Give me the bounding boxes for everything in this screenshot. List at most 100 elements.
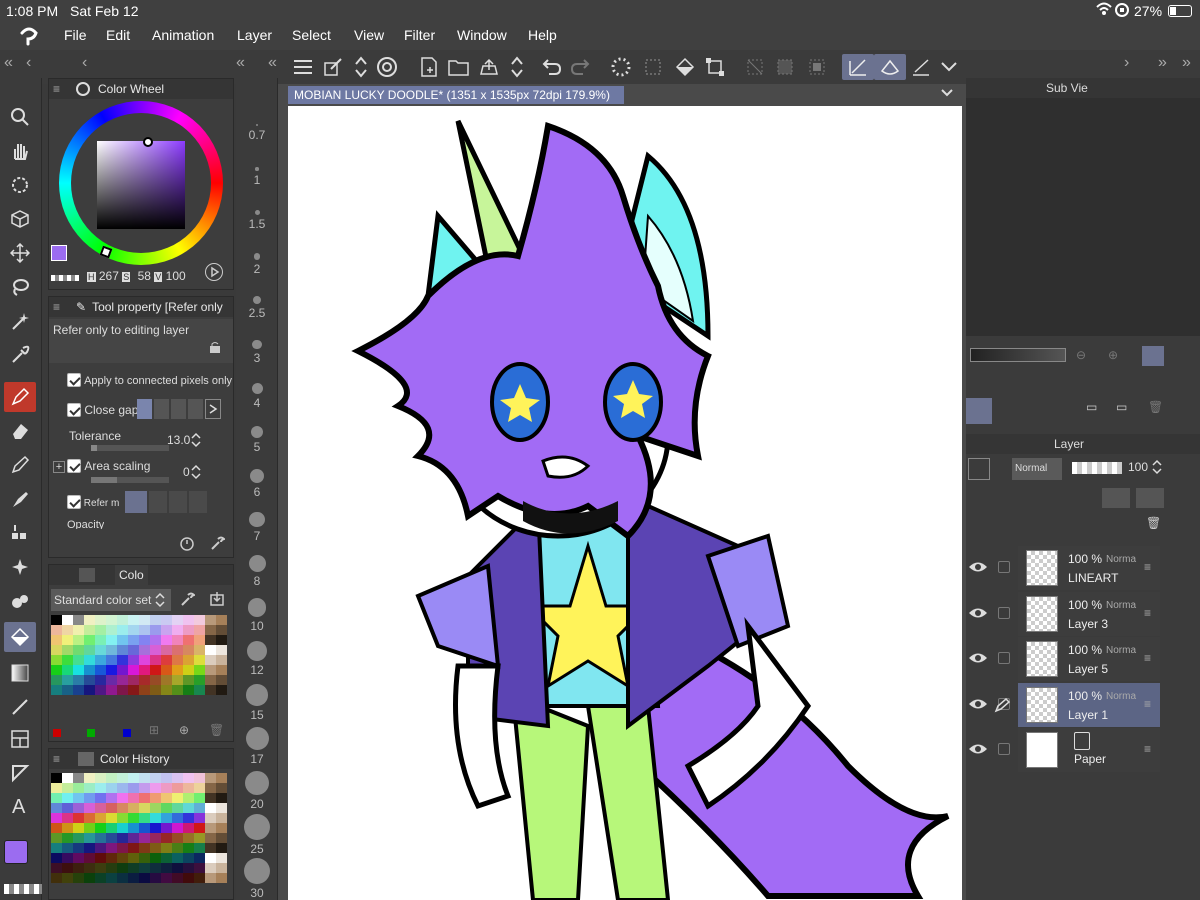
transparent-swatch[interactable] xyxy=(51,275,79,281)
color-history-swatch[interactable] xyxy=(150,813,161,823)
eyedropper-sub-icon[interactable] xyxy=(966,398,992,424)
arrow-left-icon[interactable]: ‹ xyxy=(26,54,31,72)
color-history-swatch[interactable] xyxy=(84,803,95,813)
ruler-tool-icon[interactable] xyxy=(4,758,36,788)
color-history-swatch[interactable] xyxy=(205,813,216,823)
color-history-swatch[interactable] xyxy=(183,783,194,793)
color-set-swatch[interactable] xyxy=(172,625,183,635)
brush-size-1-label[interactable]: 1 xyxy=(236,173,278,187)
brush-size-preview[interactable] xyxy=(244,858,270,885)
brush-size-6-label[interactable]: 4 xyxy=(236,396,278,410)
color-set-swatch[interactable] xyxy=(161,675,172,685)
area-scaling-row[interactable]: Area scaling xyxy=(67,459,150,476)
reference-fill-icon[interactable] xyxy=(874,54,906,80)
color-set-swatch[interactable] xyxy=(106,625,117,635)
pencil-icon[interactable] xyxy=(4,450,36,480)
brush-size-preview[interactable] xyxy=(254,210,260,216)
color-set-swatch[interactable] xyxy=(205,675,216,685)
trash-icon[interactable]: 🗑 xyxy=(1146,516,1161,530)
collapse-right-icon[interactable]: » xyxy=(1182,54,1191,72)
color-history-swatch[interactable] xyxy=(128,803,139,813)
color-set-swatch[interactable] xyxy=(128,665,139,675)
selection-shrink-icon[interactable] xyxy=(804,54,830,80)
color-set-swatch[interactable] xyxy=(95,675,106,685)
color-history-swatch[interactable] xyxy=(73,813,84,823)
color-history-swatch[interactable] xyxy=(106,863,117,873)
blend-mode-selector[interactable]: Normal xyxy=(1012,458,1062,480)
selection-tool-icon[interactable] xyxy=(4,170,36,200)
collapse-left-icon[interactable]: « xyxy=(236,54,245,72)
color-history-swatch[interactable] xyxy=(194,853,205,863)
color-history-swatch[interactable] xyxy=(183,833,194,843)
add-drop-icon[interactable]: ⊕ xyxy=(179,723,189,737)
color-set-swatch[interactable] xyxy=(95,635,106,645)
color-history-swatch[interactable] xyxy=(150,833,161,843)
zoom-slider[interactable] xyxy=(970,348,1066,362)
menu-edit[interactable]: Edit xyxy=(106,27,130,43)
color-history-swatch[interactable] xyxy=(183,843,194,853)
magic-wand-icon[interactable] xyxy=(4,306,36,336)
color-set-swatch[interactable] xyxy=(194,675,205,685)
color-history-swatch[interactable] xyxy=(150,803,161,813)
color-set-swatch[interactable] xyxy=(106,645,117,655)
open-folder-icon[interactable] xyxy=(446,54,472,80)
color-set-swatch[interactable] xyxy=(84,615,95,625)
close-gap-checkbox[interactable] xyxy=(67,403,81,417)
brush-size-preview[interactable] xyxy=(247,598,267,617)
color-set-swatch[interactable] xyxy=(73,635,84,645)
color-history-swatch[interactable] xyxy=(95,833,106,843)
color-set-swatch[interactable] xyxy=(128,675,139,685)
color-set-swatch[interactable] xyxy=(183,645,194,655)
move-tool-icon[interactable] xyxy=(4,238,36,268)
color-set-swatch[interactable] xyxy=(194,685,205,695)
menu-file[interactable]: File xyxy=(64,27,87,43)
color-history-swatch[interactable] xyxy=(117,843,128,853)
brush-size-preview[interactable] xyxy=(249,511,265,528)
color-history-swatch[interactable] xyxy=(128,773,139,783)
color-set-swatch[interactable] xyxy=(194,625,205,635)
layer-row-layer-1[interactable]: 100 % Norma Layer 1 xyxy=(1018,682,1160,727)
color-history-swatch[interactable] xyxy=(194,793,205,803)
color-set-swatch[interactable] xyxy=(150,635,161,645)
brush-size-2-label[interactable]: 1.5 xyxy=(236,217,278,231)
color-history-swatch[interactable] xyxy=(128,833,139,843)
color-history-swatch[interactable] xyxy=(150,863,161,873)
brush-size-3-label[interactable]: 2 xyxy=(236,262,278,276)
add-color-icon[interactable]: ⊞ xyxy=(149,723,159,737)
color-history-swatch[interactable] xyxy=(161,843,172,853)
wrench-icon[interactable] xyxy=(209,535,226,554)
color-set-swatch[interactable] xyxy=(194,615,205,625)
spinner-icon[interactable] xyxy=(155,591,165,612)
brush-size-preview[interactable] xyxy=(248,555,266,572)
color-history-swatch[interactable] xyxy=(161,783,172,793)
color-history-swatch[interactable] xyxy=(73,783,84,793)
color-history-swatch[interactable] xyxy=(62,853,73,863)
sub-view-tab[interactable]: Sub Vie xyxy=(1046,81,1088,95)
mask-clip-icon[interactable] xyxy=(1136,488,1164,508)
color-history-swatch[interactable] xyxy=(51,813,62,823)
lasso-tool-icon[interactable] xyxy=(4,272,36,302)
color-history-swatch[interactable] xyxy=(172,833,183,843)
color-history-swatch[interactable] xyxy=(183,853,194,863)
brush-size-7-label[interactable]: 5 xyxy=(236,440,278,454)
color-history-swatch[interactable] xyxy=(106,793,117,803)
color-history-swatch[interactable] xyxy=(62,783,73,793)
color-set-swatch[interactable] xyxy=(62,635,73,645)
color-set-swatch[interactable] xyxy=(51,665,62,675)
color-history-swatch[interactable] xyxy=(172,873,183,883)
color-history-swatch[interactable] xyxy=(117,873,128,883)
color-history-swatch[interactable] xyxy=(150,873,161,883)
color-set-swatch[interactable] xyxy=(216,635,227,645)
layer-opacity-value[interactable]: 100 xyxy=(1128,460,1148,474)
saturation-value-square[interactable] xyxy=(97,141,185,229)
color-set-swatch[interactable] xyxy=(51,635,62,645)
opacity-slider[interactable] xyxy=(1072,462,1122,474)
color-set-swatch[interactable] xyxy=(172,655,183,665)
color-history-swatch[interactable] xyxy=(216,803,227,813)
layer-color-icon[interactable] xyxy=(968,458,990,480)
color-history-swatch[interactable] xyxy=(216,813,227,823)
color-history-swatch[interactable] xyxy=(62,843,73,853)
drag-handle-icon[interactable]: ≡ xyxy=(1144,698,1154,710)
brush-size-8-label[interactable]: 6 xyxy=(236,485,278,499)
brush-size-preview[interactable] xyxy=(255,167,259,171)
